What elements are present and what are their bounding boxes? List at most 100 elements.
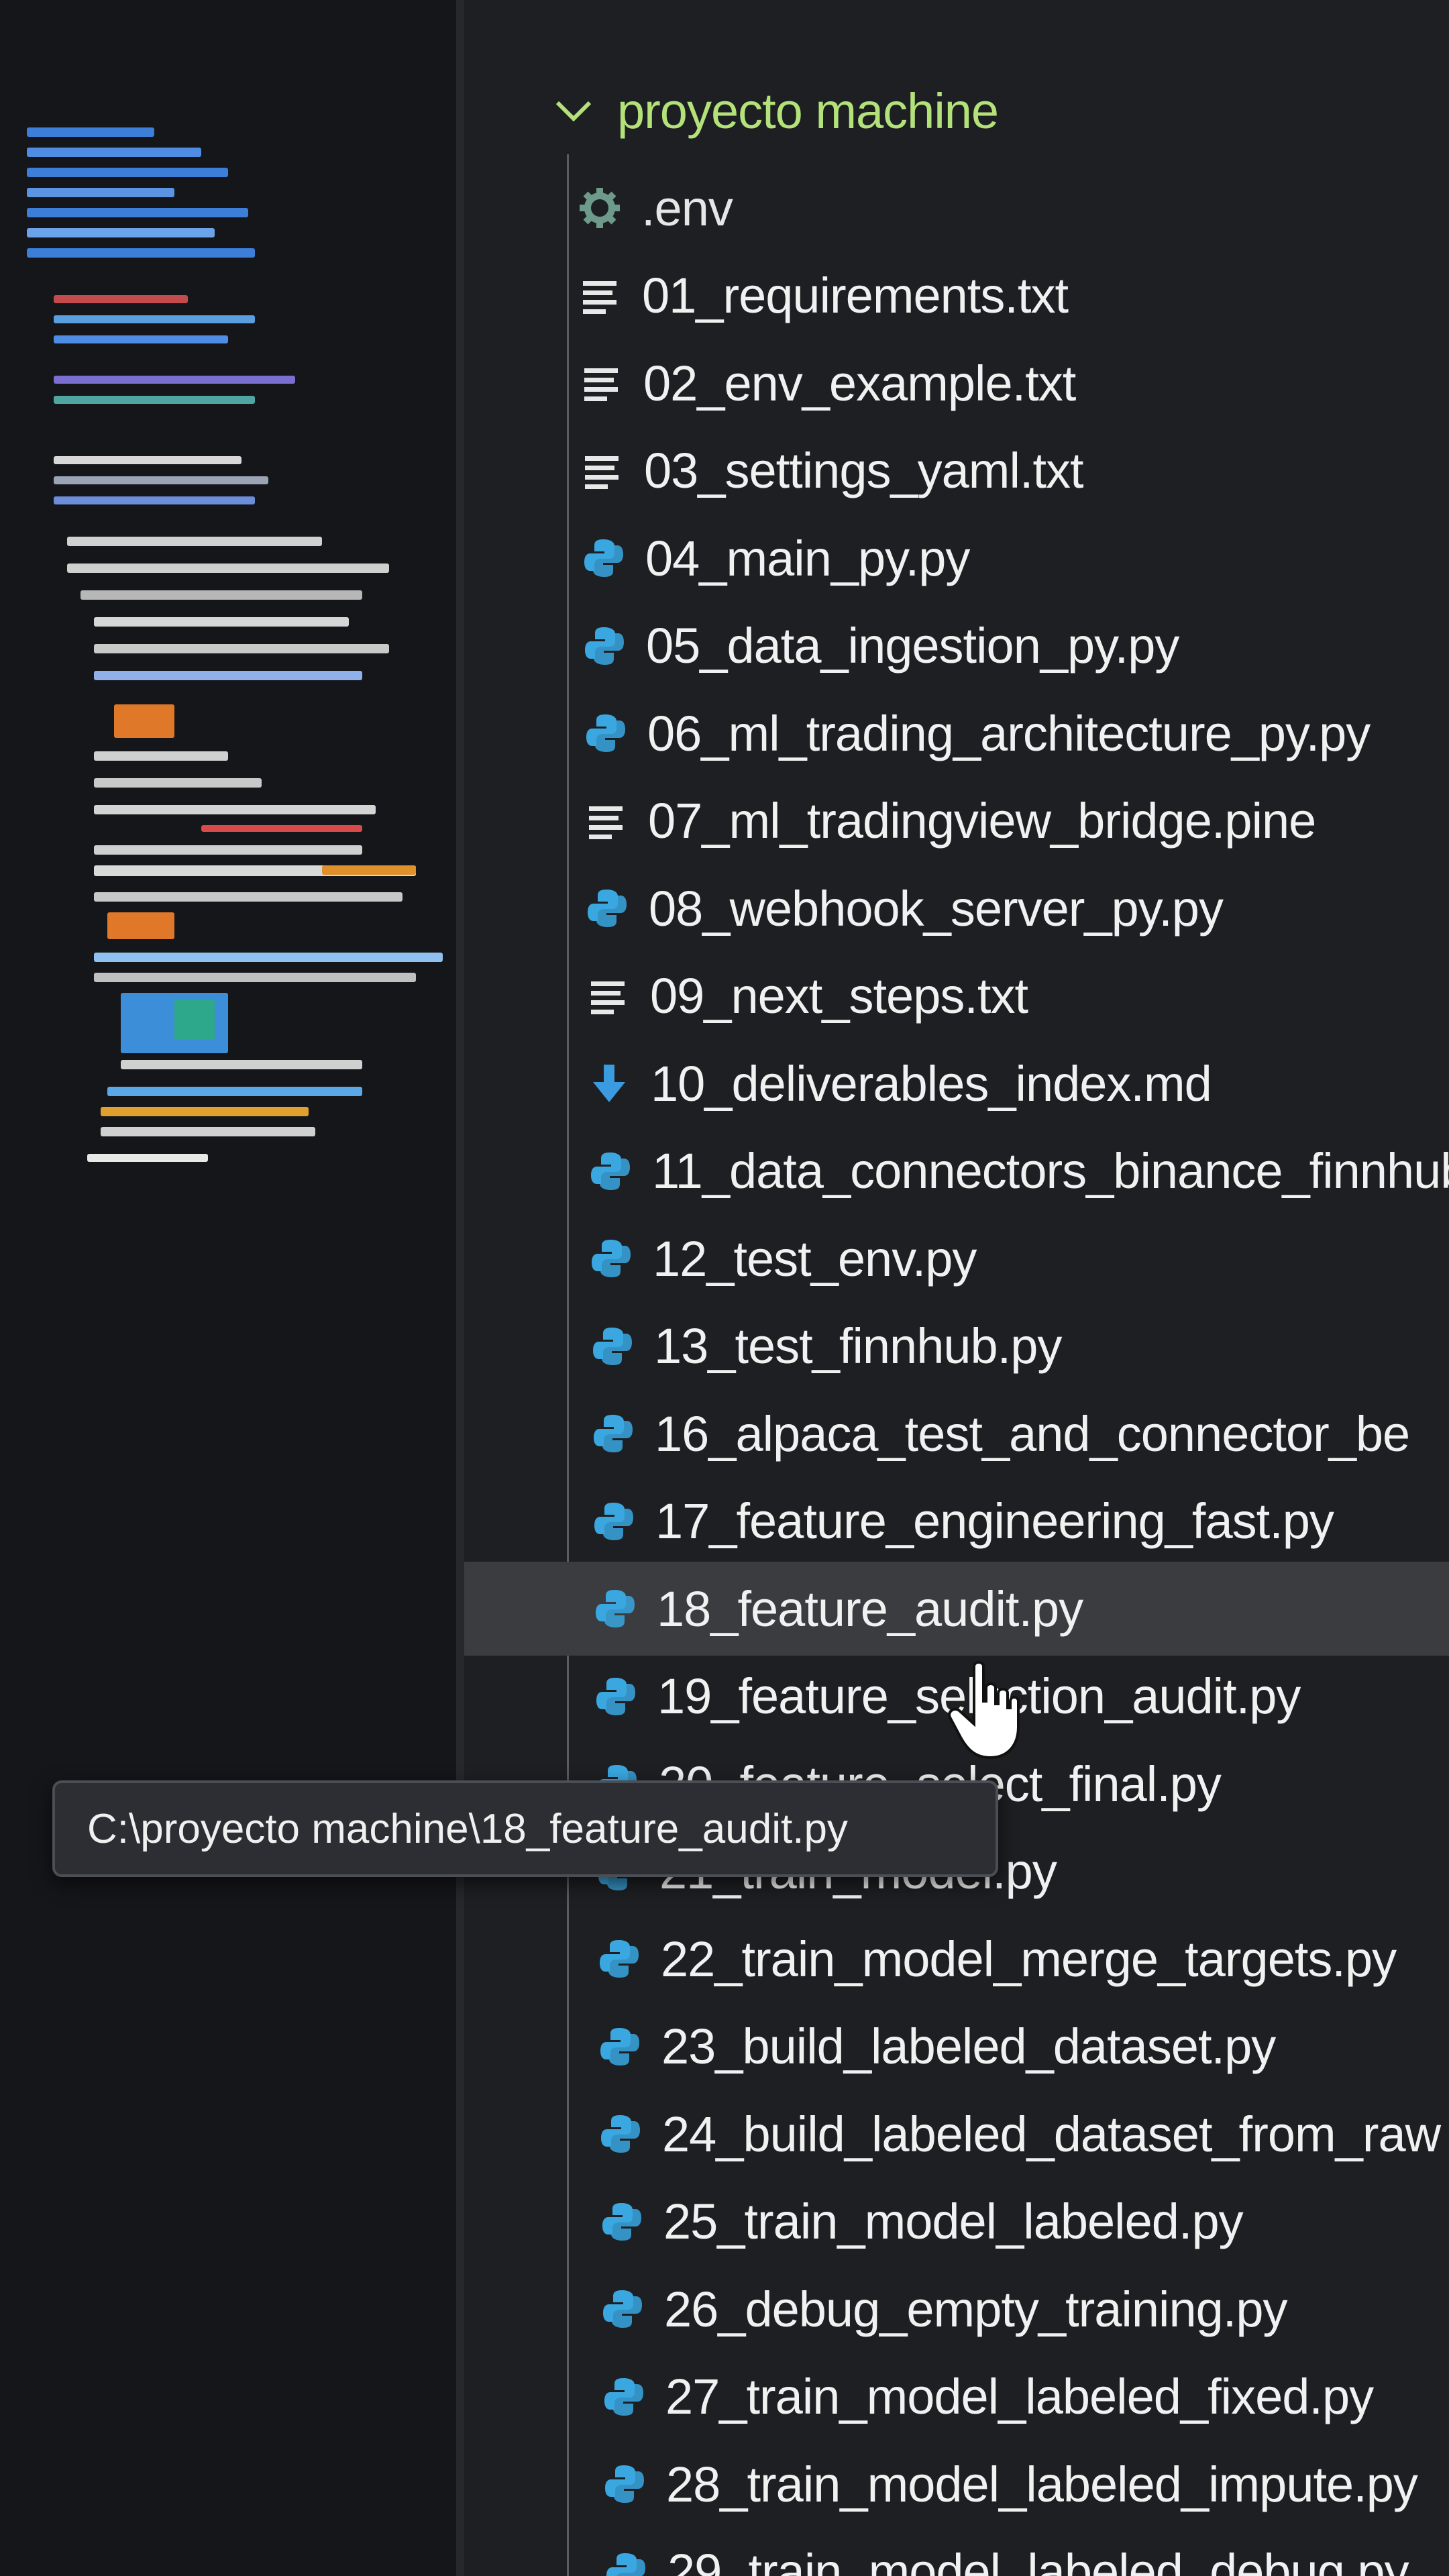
minimap-line <box>27 127 154 137</box>
file-label: 12_test_env.py <box>653 1230 977 1287</box>
python-icon <box>599 2112 642 2155</box>
minimap-line <box>121 1060 362 1069</box>
minimap-line <box>101 1127 315 1136</box>
file-label: .env <box>641 180 733 236</box>
file-label: 26_debug_empty_training.py <box>664 2281 1287 2337</box>
minimap-line <box>54 335 228 343</box>
path-tooltip: C:\proyecto machine\18_feature_audit.py <box>52 1780 998 1877</box>
file-label: 23_build_labeled_dataset.py <box>661 2019 1276 2074</box>
file-item[interactable]: 09_next_steps.txt <box>464 949 1449 1043</box>
file-label: 07_ml_tradingview_bridge.pine <box>648 793 1316 849</box>
minimap-line <box>67 564 389 573</box>
minimap-line <box>67 537 322 546</box>
python-icon <box>600 2200 643 2243</box>
file-item[interactable]: 23_build_labeled_dataset.py <box>464 2000 1449 2094</box>
minimap-line <box>87 1154 208 1162</box>
file-item[interactable]: 16_alpaca_test_and_connector_be <box>464 1387 1449 1481</box>
file-label: 13_test_finnhub.py <box>654 1318 1062 1374</box>
python-icon <box>583 625 626 667</box>
tooltip-text: C:\proyecto machine\18_feature_audit.py <box>87 1805 848 1852</box>
file-item[interactable]: 26_debug_empty_training.py <box>464 2262 1449 2356</box>
minimap-line <box>322 865 416 875</box>
file-item[interactable]: 08_webhook_server_py.py <box>464 861 1449 955</box>
file-label: 29_train_model_labeled_debug.py <box>667 2544 1409 2576</box>
minimap-line <box>94 778 262 788</box>
python-icon <box>594 1587 637 1630</box>
file-label: 25_train_model_labeled.py <box>663 2194 1244 2249</box>
file-item[interactable]: 10_deliverables_index.md <box>464 1036 1449 1130</box>
file-item[interactable]: 11_data_connectors_binance_finnhub <box>464 1124 1449 1218</box>
file-item[interactable]: 05_data_ingestion_py.py <box>464 599 1449 693</box>
minimap-line <box>107 912 174 939</box>
file-label: 24_build_labeled_dataset_from_raw <box>662 2106 1441 2162</box>
file-item[interactable]: 12_test_env.py <box>464 1212 1449 1305</box>
text-file-icon <box>579 274 622 317</box>
minimap-line <box>94 805 376 814</box>
minimap-line <box>54 376 295 384</box>
file-item[interactable]: 06_ml_trading_architecture_py.py <box>464 686 1449 780</box>
python-icon <box>603 2463 646 2506</box>
hand-cursor-icon <box>948 1661 1020 1760</box>
minimap-line <box>107 1087 362 1096</box>
file-item[interactable]: 28_train_model_labeled_impute.py <box>464 2437 1449 2531</box>
minimap-line <box>94 617 349 627</box>
markdown-icon <box>588 1062 631 1105</box>
file-item[interactable]: 22_train_model_merge_targets.py <box>464 1912 1449 2006</box>
file-item[interactable]: 27_train_model_labeled_fixed.py <box>464 2350 1449 2444</box>
file-label: 03_settings_yaml.txt <box>644 443 1084 498</box>
sidebar-resize-sash[interactable] <box>456 0 464 2576</box>
file-item[interactable]: .env <box>464 161 1449 255</box>
text-file-icon <box>585 800 628 843</box>
file-label: 28_train_model_labeled_impute.py <box>666 2456 1418 2512</box>
file-item[interactable]: 04_main_py.py <box>464 511 1449 605</box>
minimap-line <box>94 751 228 761</box>
file-label: 11_data_connectors_binance_finnhub <box>652 1143 1449 1199</box>
file-item[interactable]: 02_env_example.txt <box>464 336 1449 430</box>
file-item[interactable]: 03_settings_yaml.txt <box>464 424 1449 518</box>
minimap-line <box>80 590 362 600</box>
folder-proyecto-machine[interactable]: proyecto machine <box>464 64 1449 158</box>
text-file-icon <box>581 449 624 492</box>
minimap-line <box>54 476 268 484</box>
minimap-line <box>27 228 215 237</box>
file-label: 27_train_model_labeled_fixed.py <box>665 2369 1374 2424</box>
file-item[interactable]: 29_train_model_labeled_debug.py <box>464 2525 1449 2576</box>
chevron-down-icon <box>550 87 597 134</box>
python-icon <box>594 1675 637 1718</box>
editor-minimap[interactable] <box>0 0 456 2576</box>
python-icon <box>598 2025 641 2068</box>
python-icon <box>590 1237 633 1280</box>
minimap-line <box>94 671 362 680</box>
minimap-line <box>27 248 255 258</box>
file-label: 05_data_ingestion_py.py <box>646 618 1179 674</box>
minimap-line <box>27 188 174 197</box>
file-item[interactable]: 13_test_finnhub.py <box>464 1299 1449 1393</box>
gear-icon <box>578 186 621 229</box>
file-item[interactable]: 17_feature_engineering_fast.py <box>464 1474 1449 1568</box>
file-label: 17_feature_engineering_fast.py <box>655 1493 1334 1549</box>
file-label: 18_feature_audit.py <box>657 1580 1083 1637</box>
minimap-line <box>54 315 255 323</box>
file-label: 01_requirements.txt <box>642 268 1069 323</box>
minimap-line <box>54 456 241 464</box>
file-label: 22_train_model_merge_targets.py <box>661 1931 1397 1987</box>
python-icon <box>591 1325 634 1368</box>
minimap-line <box>54 396 255 404</box>
file-item[interactable]: 07_ml_tradingview_bridge.pine <box>464 774 1449 868</box>
file-item[interactable]: 18_feature_audit.py <box>464 1562 1449 1656</box>
python-icon <box>582 537 625 580</box>
minimap-line <box>174 1000 215 1040</box>
python-icon <box>602 2375 645 2418</box>
file-item[interactable]: 24_build_labeled_dataset_from_raw <box>464 2087 1449 2181</box>
file-item[interactable]: 01_requirements.txt <box>464 249 1449 343</box>
python-icon <box>592 1412 635 1455</box>
file-label: 08_webhook_server_py.py <box>649 880 1224 936</box>
file-item[interactable]: 25_train_model_labeled.py <box>464 2175 1449 2269</box>
file-label: 16_alpaca_test_and_connector_be <box>655 1405 1410 1462</box>
text-file-icon <box>580 362 623 405</box>
file-label: 04_main_py.py <box>645 530 970 586</box>
python-icon <box>601 2288 644 2330</box>
python-icon <box>592 1500 635 1543</box>
minimap-line <box>201 825 362 832</box>
python-icon <box>586 887 629 930</box>
